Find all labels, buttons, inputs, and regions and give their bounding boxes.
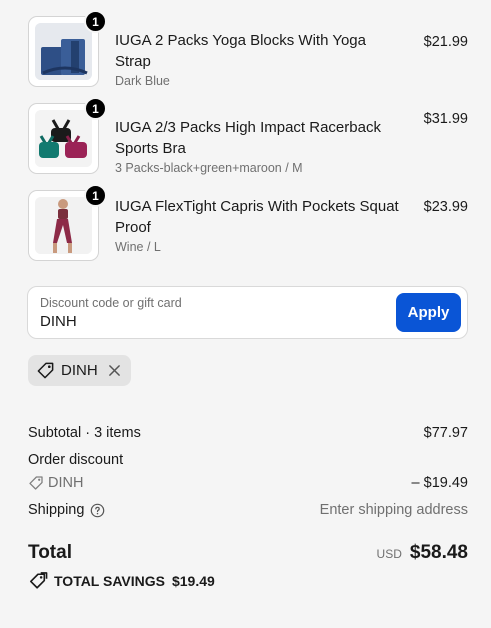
item-title: IUGA 2 Packs Yoga Blocks With Yoga Strap (115, 32, 366, 70)
yoga-blocks-image (35, 23, 92, 80)
quantity-badge: 1 (84, 10, 107, 33)
subtotal-value: $77.97 (423, 425, 468, 441)
quantity-badge: 1 (84, 184, 107, 207)
quantity-badge: 1 (84, 97, 107, 120)
tag-icon (36, 361, 55, 380)
apply-button[interactable]: Apply (396, 293, 461, 332)
order-discount-row: Order discount (28, 452, 468, 468)
savings-label: TOTAL SAVINGS (54, 573, 165, 589)
applied-code-label: DINH (61, 362, 98, 379)
order-discount-label: Order discount (28, 452, 124, 468)
line-item: 1 IUGA 2 Packs Yoga Blocks With Yoga Str… (28, 10, 468, 88)
product-thumbnail: 1 (28, 97, 107, 174)
item-variant: Wine / L (115, 240, 161, 254)
product-thumbnail: 1 (28, 10, 107, 87)
sports-bra-image (35, 110, 92, 167)
line-item: 1 IUGA 2/3 Packs High Impact Racerback S… (28, 97, 468, 175)
discount-code-field[interactable]: Discount code or gift card DINH Apply (27, 286, 468, 339)
savings-tag-icon (28, 572, 48, 590)
discount-input-value[interactable]: DINH (40, 313, 77, 330)
remove-discount-icon[interactable] (108, 364, 121, 377)
currency-code: USD (376, 547, 402, 561)
subtotal-row: Subtotal · 3 items $77.97 (28, 425, 468, 441)
total-row: Total USD $58.48 (28, 542, 468, 564)
discount-field-label: Discount code or gift card (40, 296, 182, 310)
shipping-value: Enter shipping address (319, 502, 468, 518)
discount-code-name: DINH (48, 475, 84, 491)
shipping-row: Shipping Enter shipping address (28, 502, 468, 518)
product-thumbnail: 1 (28, 184, 107, 261)
shipping-label: Shipping (28, 502, 85, 518)
item-title: IUGA 2/3 Packs High Impact Racerback Spo… (115, 119, 381, 157)
discount-amount: – $19.49 (411, 475, 468, 491)
discount-code-row: DINH – $19.49 (28, 475, 468, 491)
total-amount: $58.48 (409, 542, 468, 563)
applied-discount-chip: DINH (28, 355, 131, 386)
item-price: $23.99 (423, 199, 468, 215)
item-price: $31.99 (423, 111, 468, 127)
capris-image (35, 197, 92, 254)
total-savings: TOTAL SAVINGS $19.49 (28, 572, 215, 590)
item-price: $21.99 (423, 34, 468, 50)
item-variant: Dark Blue (115, 74, 170, 88)
item-variant: 3 Packs-black+green+maroon / M (115, 161, 303, 175)
help-icon[interactable] (90, 503, 105, 518)
savings-amount: $19.49 (171, 573, 215, 589)
item-title: IUGA FlexTight Capris With Pockets Squat… (115, 198, 399, 236)
total-label: Total (28, 542, 72, 563)
subtotal-label: Subtotal · 3 items (28, 425, 141, 441)
tag-icon (28, 475, 44, 491)
line-item: 1 IUGA FlexTight Capris With Pockets Squ… (28, 184, 468, 261)
